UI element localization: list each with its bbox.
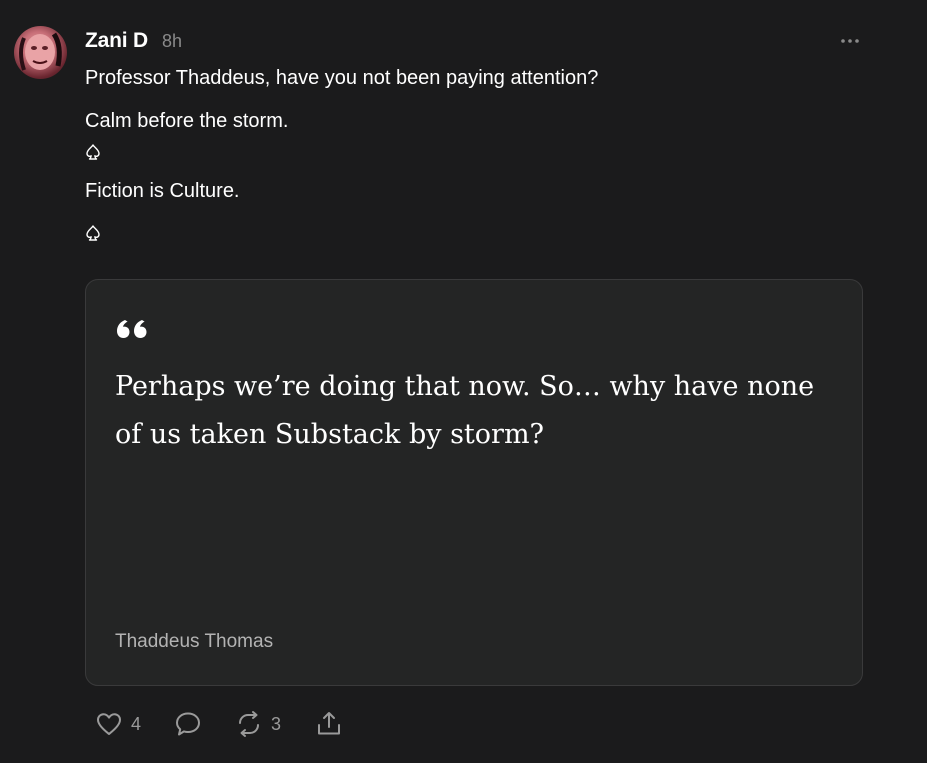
spade-divider [85, 137, 865, 167]
restack-button[interactable]: 3 [235, 710, 281, 738]
author-name[interactable]: Zani D [85, 29, 148, 53]
post-line: Professor Thaddeus, have you not been pa… [85, 67, 599, 89]
like-button[interactable]: 4 [95, 711, 141, 737]
avatar-image [19, 32, 62, 71]
more-horizontal-icon [841, 39, 859, 43]
quote-mark-icon [115, 316, 151, 347]
heart-icon [97, 713, 121, 735]
post-line: Fiction is Culture. [85, 180, 240, 202]
avatar[interactable] [14, 26, 67, 79]
quote-text: Perhaps we’re doing that now. So… why ha… [115, 371, 815, 450]
post-header: Zani D 8h [85, 29, 182, 55]
spade-divider [85, 218, 865, 248]
comment-button[interactable] [174, 710, 202, 738]
post-body: Professor Thaddeus, have you not been pa… [85, 62, 865, 248]
spade-icon [86, 225, 100, 241]
share-button[interactable] [315, 710, 343, 738]
note-post: Zani D 8h Professor Thaddeus, have you n… [0, 0, 927, 763]
share-icon [318, 712, 341, 735]
post-time: 8h [161, 31, 183, 51]
quote-author[interactable]: Thaddeus Thomas [115, 631, 273, 653]
post-actions: 4 3 [95, 708, 343, 740]
comment-icon [176, 712, 201, 736]
more-options-button[interactable] [838, 34, 862, 48]
like-count: 4 [131, 713, 142, 734]
restack-icon [239, 711, 260, 737]
quote-card[interactable]: Perhaps we’re doing that now. So… why ha… [85, 279, 863, 686]
spade-icon [86, 144, 100, 160]
post-line: Calm before the storm. [85, 110, 289, 132]
restack-count: 3 [271, 713, 282, 734]
